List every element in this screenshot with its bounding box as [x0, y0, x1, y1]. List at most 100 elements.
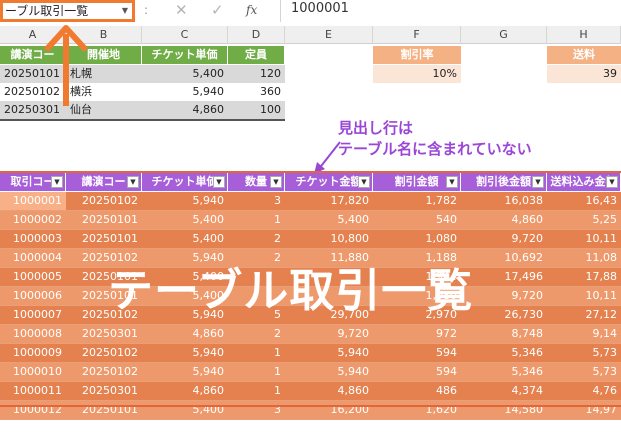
table-cell[interactable]: 1 [228, 344, 285, 363]
table-cell[interactable]: 4,860 [142, 382, 228, 401]
table-cell[interactable]: 540 [373, 211, 461, 230]
filter-dropdown-icon[interactable]: ▼ [51, 176, 63, 188]
table-cell[interactable]: 1000002 [0, 211, 66, 230]
table-cell[interactable]: 9,720 [461, 230, 547, 249]
shipping-header[interactable]: 送料 [547, 46, 621, 64]
column-header-h[interactable]: H [547, 26, 621, 44]
formula-input[interactable]: 1000001 [280, 0, 621, 22]
table-header-cell[interactable]: チケット金額 ▼ [285, 173, 373, 191]
table-cell[interactable]: 360 [228, 83, 285, 101]
table-cell[interactable]: 1,080 [373, 230, 461, 249]
table-cell[interactable]: 26,730 [461, 306, 547, 325]
table-cell[interactable]: 17,88 [547, 268, 621, 287]
table-cell[interactable]: 5,940 [285, 363, 373, 382]
table-header-cell[interactable]: 数量 ▼ [228, 173, 285, 191]
table-cell[interactable]: 2 [228, 325, 285, 344]
table-cell[interactable]: 4,860 [461, 211, 547, 230]
table-cell[interactable]: 1000003 [0, 230, 66, 249]
insert-function-icon[interactable]: fx [246, 0, 257, 22]
filter-dropdown-icon[interactable]: ▼ [270, 176, 282, 188]
table-cell[interactable]: 20250102 [66, 192, 142, 211]
table-cell[interactable]: 1 [228, 363, 285, 382]
table-header-cell[interactable]: チケット単価 ▼ [142, 173, 228, 191]
cancel-icon[interactable]: ✕ [175, 0, 188, 22]
table-cell[interactable]: 5,73 [547, 363, 621, 382]
table-cell[interactable]: 9,720 [285, 325, 373, 344]
table-cell[interactable]: 10,800 [285, 230, 373, 249]
table-cell[interactable]: 1,620 [373, 401, 461, 420]
table-cell[interactable]: 5,940 [142, 83, 228, 101]
table-cell[interactable]: 10,11 [547, 230, 621, 249]
discount-rate-header[interactable]: 割引率 [373, 46, 461, 64]
table-cell[interactable]: 5,400 [142, 65, 228, 83]
table-cell[interactable]: 17,496 [461, 268, 547, 287]
filter-dropdown-icon[interactable]: ▼ [358, 176, 370, 188]
table-cell[interactable]: 9,14 [547, 325, 621, 344]
table-cell[interactable]: 5,73 [547, 344, 621, 363]
filter-dropdown-icon[interactable]: ▼ [213, 176, 225, 188]
table-cell[interactable]: 5,25 [547, 211, 621, 230]
table-cell[interactable]: 20250102 [66, 344, 142, 363]
table-header-cell[interactable]: 送料込み金額 ▼ [547, 173, 621, 191]
filter-dropdown-icon[interactable]: ▼ [606, 176, 618, 188]
table-cell[interactable]: 100 [228, 101, 285, 119]
name-box[interactable]: ーブル取引一覧 ▼ [0, 0, 135, 22]
header-cell[interactable]: チケット単価 [142, 46, 228, 64]
chevron-down-icon[interactable]: ▼ [122, 3, 128, 19]
table-cell[interactable]: 9,720 [461, 287, 547, 306]
table-cell[interactable]: 5,940 [142, 192, 228, 211]
table-cell[interactable]: 1000010 [0, 363, 66, 382]
table-cell[interactable]: 10,11 [547, 287, 621, 306]
table-cell[interactable]: 1000011 [0, 382, 66, 401]
table-cell[interactable]: 16,43 [547, 192, 621, 211]
table-cell[interactable]: 5,400 [285, 211, 373, 230]
table-cell[interactable]: 3 [228, 192, 285, 211]
table-cell[interactable]: 14,97 [547, 401, 621, 420]
table-header-cell[interactable]: 取引コー ▼ [0, 173, 66, 191]
table-cell[interactable]: 5,400 [142, 230, 228, 249]
table-cell[interactable]: 16,200 [285, 401, 373, 420]
table-cell[interactable]: 972 [373, 325, 461, 344]
table-cell[interactable]: 5,346 [461, 344, 547, 363]
table-cell[interactable]: 20250301 [66, 382, 142, 401]
column-header-d[interactable]: D [228, 26, 285, 44]
table-cell[interactable]: 1 [228, 382, 285, 401]
discount-rate-value[interactable]: 10% [373, 65, 461, 83]
table-cell[interactable]: 20250301 [66, 325, 142, 344]
table-header-cell[interactable]: 割引後金額 ▼ [461, 173, 547, 191]
table-cell[interactable]: 4,860 [285, 382, 373, 401]
column-header-e[interactable]: E [285, 26, 373, 44]
table-cell[interactable]: 17,820 [285, 192, 373, 211]
table-cell[interactable]: 594 [373, 344, 461, 363]
table-cell[interactable]: 2 [228, 230, 285, 249]
table-cell[interactable]: 1000008 [0, 325, 66, 344]
table-cell[interactable]: 1000001 [0, 192, 66, 211]
table-cell[interactable]: 27,12 [547, 306, 621, 325]
column-header-f[interactable]: F [373, 26, 461, 44]
table-cell[interactable]: 5,400 [142, 401, 228, 420]
table-cell[interactable]: 3 [228, 401, 285, 420]
table-cell[interactable]: 1000005 [0, 268, 66, 287]
table-cell[interactable]: 14,580 [461, 401, 547, 420]
column-header-c[interactable]: C [142, 26, 228, 44]
table-cell[interactable]: 5,940 [285, 344, 373, 363]
table-cell[interactable]: 20250101 [66, 401, 142, 420]
table-cell[interactable]: 20250101 [66, 211, 142, 230]
table-cell[interactable]: 4,860 [142, 101, 228, 119]
table-cell[interactable]: 594 [373, 363, 461, 382]
table-cell[interactable]: 5,400 [142, 211, 228, 230]
filter-dropdown-icon[interactable]: ▼ [532, 176, 544, 188]
table-cell[interactable]: 8,748 [461, 325, 547, 344]
table-header-cell[interactable]: 割引金額 ▼ [373, 173, 461, 191]
table-cell[interactable]: 20250101 [66, 230, 142, 249]
filter-dropdown-icon[interactable]: ▼ [127, 176, 139, 188]
table-cell[interactable]: 20250102 [66, 363, 142, 382]
header-cell[interactable]: 定員 [228, 46, 285, 64]
table-cell[interactable]: 1000009 [0, 344, 66, 363]
table-cell[interactable]: 4,860 [142, 325, 228, 344]
table-cell[interactable]: 486 [373, 382, 461, 401]
column-header-g[interactable]: G [461, 26, 547, 44]
table-cell[interactable]: 4,374 [461, 382, 547, 401]
table-header-cell[interactable]: 講演コー ▼ [66, 173, 142, 191]
table-cell[interactable]: 11,08 [547, 249, 621, 268]
